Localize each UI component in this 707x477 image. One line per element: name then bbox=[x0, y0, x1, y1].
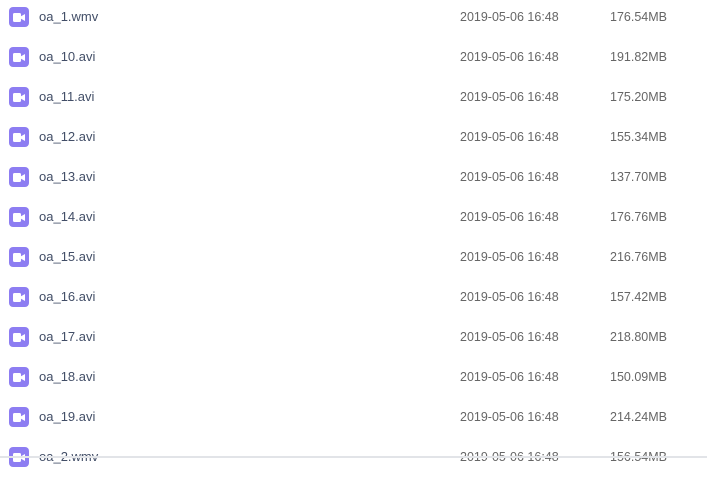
file-modified-date: 2019-05-06 16:48 bbox=[460, 10, 559, 24]
file-name[interactable]: oa_1.wmv bbox=[39, 9, 98, 25]
file-name[interactable]: oa_16.avi bbox=[39, 289, 95, 305]
file-modified-date: 2019-05-06 16:48 bbox=[460, 330, 559, 344]
file-row[interactable]: oa_15.avi 2019-05-06 16:48 216.76MB bbox=[0, 237, 707, 277]
file-row[interactable]: oa_12.avi 2019-05-06 16:48 155.34MB bbox=[0, 117, 707, 157]
file-name[interactable]: oa_12.avi bbox=[39, 129, 95, 145]
video-file-icon bbox=[9, 167, 29, 187]
file-name[interactable]: oa_11.avi bbox=[39, 89, 94, 105]
file-row[interactable]: oa_14.avi 2019-05-06 16:48 176.76MB bbox=[0, 197, 707, 237]
file-size: 155.34MB bbox=[610, 130, 667, 144]
file-size: 175.20MB bbox=[610, 90, 667, 104]
video-file-icon bbox=[9, 7, 29, 27]
file-modified-date: 2019-05-06 16:48 bbox=[460, 210, 559, 224]
file-size: 176.76MB bbox=[610, 210, 667, 224]
file-row[interactable]: oa_16.avi 2019-05-06 16:48 157.42MB bbox=[0, 277, 707, 317]
file-row[interactable]: oa_19.avi 2019-05-06 16:48 214.24MB bbox=[0, 397, 707, 437]
file-row[interactable]: oa_18.avi 2019-05-06 16:48 150.09MB bbox=[0, 357, 707, 397]
video-file-icon bbox=[9, 407, 29, 427]
file-name[interactable]: oa_14.avi bbox=[39, 209, 95, 225]
file-size: 157.42MB bbox=[610, 290, 667, 304]
file-modified-date: 2019-05-06 16:48 bbox=[460, 370, 559, 384]
file-size: 218.80MB bbox=[610, 330, 667, 344]
file-modified-date: 2019-05-06 16:48 bbox=[460, 50, 559, 64]
video-file-icon bbox=[9, 127, 29, 147]
file-row[interactable]: oa_10.avi 2019-05-06 16:48 191.82MB bbox=[0, 37, 707, 77]
video-file-icon bbox=[9, 367, 29, 387]
file-size: 137.70MB bbox=[610, 170, 667, 184]
file-modified-date: 2019-05-06 16:48 bbox=[460, 290, 559, 304]
file-modified-date: 2019-05-06 16:48 bbox=[460, 90, 559, 104]
file-list: oa_1.wmv 2019-05-06 16:48 176.54MB oa_10.av… bbox=[0, 0, 707, 477]
file-size: 150.09MB bbox=[610, 370, 667, 384]
video-file-icon bbox=[9, 247, 29, 267]
file-name[interactable]: oa_13.avi bbox=[39, 169, 95, 185]
file-size: 216.76MB bbox=[610, 250, 667, 264]
file-size: 191.82MB bbox=[610, 50, 667, 64]
file-modified-date: 2019-05-06 16:48 bbox=[460, 130, 559, 144]
video-file-icon bbox=[9, 47, 29, 67]
file-name[interactable]: oa_10.avi bbox=[39, 49, 95, 65]
file-modified-date: 2019-05-06 16:48 bbox=[460, 250, 559, 264]
video-file-icon bbox=[9, 87, 29, 107]
file-row[interactable]: oa_13.avi 2019-05-06 16:48 137.70MB bbox=[0, 157, 707, 197]
file-row[interactable]: oa_1.wmv 2019-05-06 16:48 176.54MB bbox=[0, 0, 707, 37]
file-row[interactable]: oa_11.avi 2019-05-06 16:48 175.20MB bbox=[0, 77, 707, 117]
file-name[interactable]: oa_17.avi bbox=[39, 329, 95, 345]
file-name[interactable]: oa_19.avi bbox=[39, 409, 95, 425]
video-file-icon bbox=[9, 327, 29, 347]
file-modified-date: 2019-05-06 16:48 bbox=[460, 410, 559, 424]
file-name[interactable]: oa_18.avi bbox=[39, 369, 95, 385]
file-name[interactable]: oa_15.avi bbox=[39, 249, 95, 265]
file-size: 176.54MB bbox=[610, 10, 667, 24]
file-row[interactable]: oa_17.avi 2019-05-06 16:48 218.80MB bbox=[0, 317, 707, 357]
file-modified-date: 2019-05-06 16:48 bbox=[460, 170, 559, 184]
video-file-icon bbox=[9, 207, 29, 227]
video-file-icon bbox=[9, 287, 29, 307]
file-size: 214.24MB bbox=[610, 410, 667, 424]
